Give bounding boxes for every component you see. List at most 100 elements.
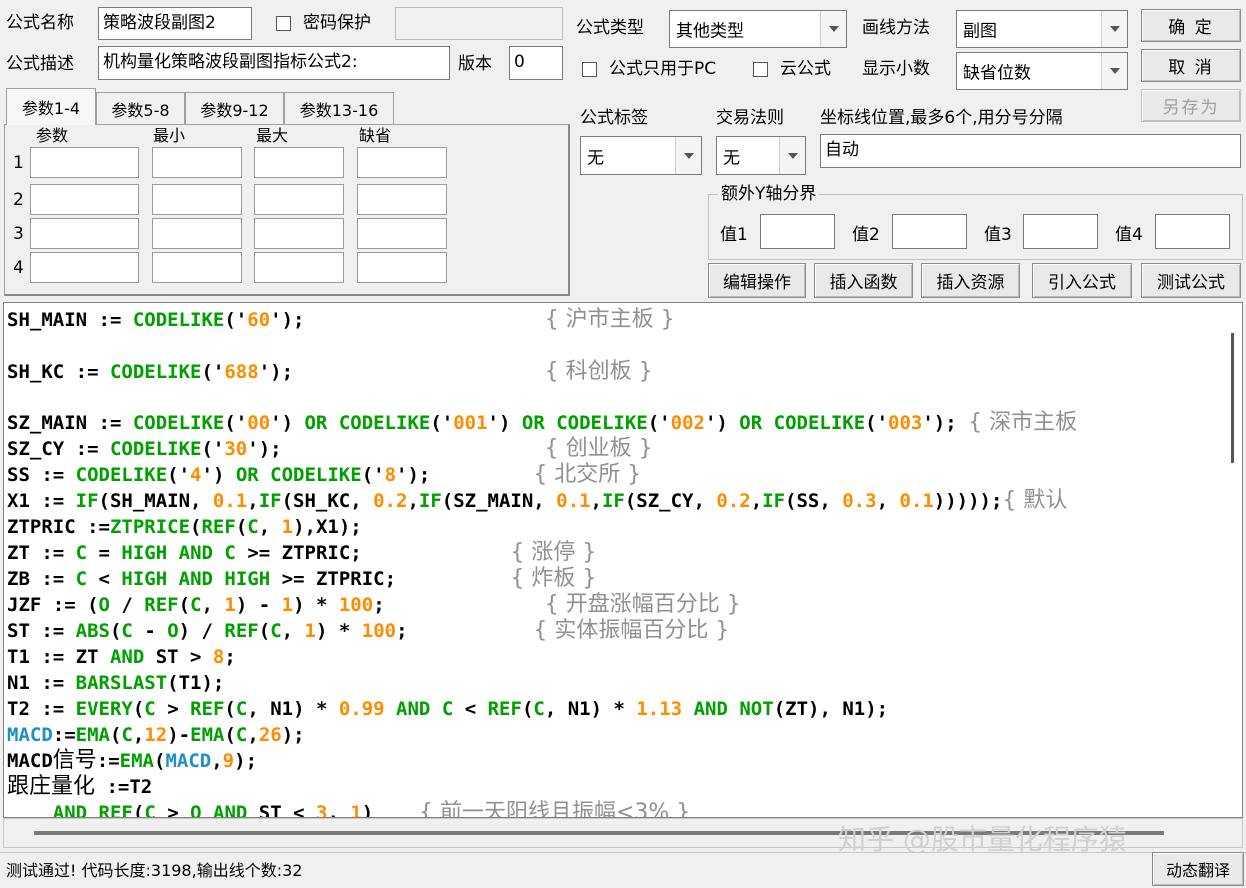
status-text: 测试通过! 代码长度:3198,输出线个数:32 (6, 861, 303, 880)
y-value-1-label: 值1 (720, 225, 748, 245)
formula-type-value: 其他类型 (676, 21, 744, 42)
param-row-num: 3 (13, 224, 24, 244)
code-line: AND REF(C > O AND ST < 3, 1) { 前一天阳线且振幅<… (52, 800, 691, 818)
code-line: 跟庄量化 :=T2 (7, 774, 153, 799)
coord-line-input[interactable]: 自动 (820, 134, 1241, 168)
param-1-min[interactable] (152, 147, 242, 178)
code-line: SS := CODELIKE('4') OR CODELIKE('8'); { … (7, 462, 642, 487)
code-line: N1 := BARSLAST(T1); (7, 672, 225, 694)
code-line: ST := ABS(C - O) / REF(C, 1) * 100; { 实体… (7, 618, 730, 643)
param-header-name: 参数 (36, 126, 69, 145)
param-3-max[interactable] (254, 218, 344, 249)
import-formula-button[interactable]: 引入公式 (1032, 263, 1132, 298)
version-input[interactable]: 0 (509, 46, 563, 80)
insert-function-button[interactable]: 插入函数 (814, 263, 913, 298)
ok-button[interactable]: 确 定 (1141, 9, 1241, 42)
cloud-checkbox[interactable] (753, 62, 768, 77)
y-value-4-input[interactable] (1155, 214, 1230, 249)
trade-rule-label: 交易法则 (716, 108, 784, 128)
code-line: ZB := C < HIGH AND HIGH >= ZTPRIC; { 炸板 … (7, 566, 597, 591)
draw-method-value: 副图 (963, 21, 997, 42)
chevron-down-icon[interactable] (820, 11, 846, 47)
param-1-default[interactable] (357, 147, 447, 178)
password-checkbox[interactable] (276, 16, 291, 31)
y-value-3-label: 值3 (984, 225, 1012, 245)
test-formula-button[interactable]: 测试公式 (1141, 263, 1241, 298)
tab-params-1-4[interactable]: 参数1-4 (6, 88, 96, 125)
param-4-max[interactable] (254, 252, 344, 283)
param-4-min[interactable] (152, 252, 242, 283)
code-line: ZT := C = HIGH AND C >= ZTPRIC; { 涨停 } (7, 540, 597, 565)
chevron-down-icon[interactable] (1101, 53, 1127, 89)
param-header-default: 缺省 (359, 126, 392, 145)
draw-method-label: 画线方法 (862, 18, 930, 38)
status-bar: 测试通过! 代码长度:3198,输出线个数:32 (0, 852, 1246, 888)
param-2-default[interactable] (357, 184, 447, 215)
code-line: SH_MAIN := CODELIKE('60'); { 沪市主板 } (7, 307, 675, 332)
formula-desc-input[interactable]: 机构量化策略波段副图指标公式2: (98, 46, 450, 80)
param-row-num: 4 (13, 258, 24, 278)
decimal-select[interactable]: 缺省位数 (956, 52, 1128, 90)
formula-name-input[interactable]: 策略波段副图2 (98, 7, 252, 40)
y-value-1-input[interactable] (760, 214, 835, 249)
formula-desc-label: 公式描述 (6, 54, 74, 74)
param-header-min: 最小 (153, 126, 186, 145)
param-2-name[interactable] (30, 184, 139, 215)
cloud-label: 云公式 (780, 59, 831, 79)
formula-type-select[interactable]: 其他类型 (669, 10, 847, 48)
chevron-down-icon[interactable] (675, 137, 701, 174)
y-value-3-input[interactable] (1023, 214, 1098, 249)
param-4-default[interactable] (357, 252, 447, 283)
tab-params-13-16[interactable]: 参数13-16 (284, 92, 394, 124)
decimal-value: 缺省位数 (963, 63, 1031, 84)
code-editor[interactable]: SH_MAIN := CODELIKE('60'); { 沪市主板 } SH_K… (3, 302, 1243, 818)
param-1-max[interactable] (254, 147, 344, 178)
password-label: 密码保护 (303, 13, 371, 33)
y-value-2-input[interactable] (892, 214, 967, 249)
cancel-button[interactable]: 取 消 (1141, 49, 1241, 82)
y-value-2-label: 值2 (852, 225, 880, 245)
coord-line-label: 坐标线位置,最多6个,用分号分隔 (820, 108, 1063, 128)
chevron-down-icon[interactable] (779, 137, 805, 174)
scroll-thumb[interactable] (1231, 333, 1234, 463)
trade-rule-value: 无 (723, 148, 740, 168)
param-3-default[interactable] (357, 218, 447, 249)
param-3-min[interactable] (152, 218, 242, 249)
decimal-label: 显示小数 (862, 59, 930, 79)
password-input[interactable] (395, 7, 563, 40)
pc-only-checkbox[interactable] (582, 62, 597, 77)
param-row-num: 2 (13, 190, 24, 210)
y-value-4-label: 值4 (1115, 225, 1143, 245)
formula-tag-select[interactable]: 无 (580, 136, 702, 175)
extra-y-axis-title: 额外Y轴分界 (718, 183, 820, 205)
code-line: SH_KC := CODELIKE('688'); { 科创板 } (7, 359, 653, 384)
formula-tag-value: 无 (587, 148, 604, 168)
save-as-button[interactable]: 另存为 (1141, 89, 1241, 122)
formula-tag-label: 公式标签 (580, 108, 648, 128)
tab-params-5-8[interactable]: 参数5-8 (96, 92, 185, 124)
edit-ops-button[interactable]: 编辑操作 (708, 263, 806, 298)
code-line: T2 := EVERY(C > REF(C, N1) * 0.99 AND C … (7, 698, 889, 720)
insert-resource-button[interactable]: 插入资源 (921, 263, 1020, 298)
code-line: SZ_CY := CODELIKE('30'); { 创业板 } (7, 436, 653, 461)
tab-params-9-12[interactable]: 参数9-12 (185, 92, 284, 124)
param-2-min[interactable] (152, 184, 242, 215)
code-line: JZF := (O / REF(C, 1) - 1) * 100; { 开盘涨幅… (7, 592, 741, 617)
vertical-scrollbar[interactable] (1224, 303, 1242, 817)
param-4-name[interactable] (30, 252, 139, 283)
draw-method-select[interactable]: 副图 (956, 10, 1128, 48)
chevron-down-icon[interactable] (1101, 11, 1127, 47)
formula-type-label: 公式类型 (576, 18, 644, 38)
param-header-max: 最大 (256, 126, 289, 145)
param-1-name[interactable] (30, 147, 139, 178)
version-label: 版本 (458, 54, 492, 74)
param-2-max[interactable] (254, 184, 344, 215)
formula-name-label: 公式名称 (6, 13, 74, 33)
code-line: SZ_MAIN := CODELIKE('00') OR CODELIKE('0… (7, 410, 1078, 435)
param-3-name[interactable] (30, 218, 139, 249)
pc-only-label: 公式只用于PC (609, 59, 717, 79)
code-line: MACD:=EMA(C,12)-EMA(C,26); (7, 724, 305, 746)
trade-rule-select[interactable]: 无 (716, 136, 806, 175)
param-row-num: 1 (13, 153, 24, 173)
dynamic-translate-button[interactable]: 动态翻译 (1152, 852, 1244, 886)
